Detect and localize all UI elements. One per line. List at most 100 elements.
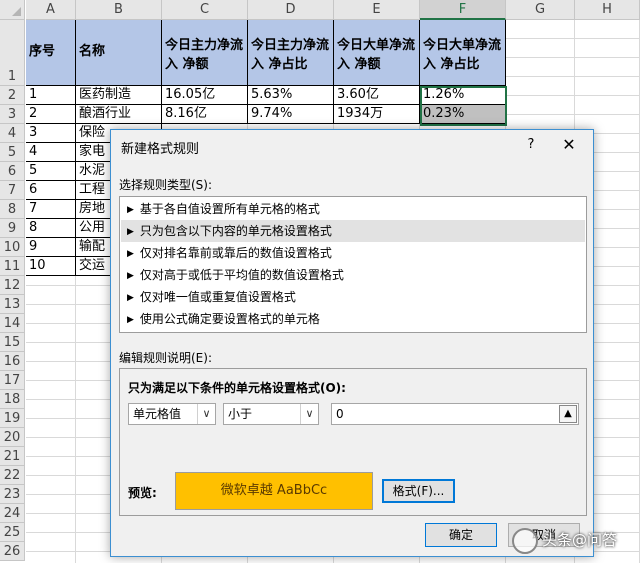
- table-header-cell[interactable]: 今日大单净流入 净额: [334, 20, 420, 86]
- triangle-bullet-icon: ▶: [127, 205, 134, 215]
- table-cell[interactable]: 9: [26, 238, 76, 257]
- help-button[interactable]: ?: [519, 134, 543, 156]
- table-cell[interactable]: 7: [26, 200, 76, 219]
- chevron-down-icon[interactable]: ∨: [300, 404, 318, 424]
- table-header-cell[interactable]: 今日大单净流入 净占比: [420, 20, 506, 86]
- condition-title: 只为满足以下条件的单元格设置格式(O):: [128, 381, 346, 395]
- condition-value-input[interactable]: 0 ▲: [331, 403, 579, 425]
- column-header-f[interactable]: F: [420, 0, 506, 20]
- table-cell[interactable]: 1934万: [334, 105, 420, 124]
- row-header-25[interactable]: 25: [0, 523, 25, 542]
- row-header-24[interactable]: 24: [0, 504, 25, 523]
- row-header-23[interactable]: 23: [0, 485, 25, 504]
- condition-operator-value: 小于: [228, 407, 253, 421]
- watermark: 头条@问答: [512, 523, 636, 557]
- row-header-2[interactable]: 2: [0, 86, 25, 105]
- close-button[interactable]: ✕: [555, 134, 583, 156]
- triangle-bullet-icon: ▶: [127, 227, 134, 237]
- row-header-20[interactable]: 20: [0, 428, 25, 447]
- table-header-cell[interactable]: 序号: [26, 20, 76, 86]
- row-header-10[interactable]: 10: [0, 238, 25, 257]
- condition-field-select[interactable]: 单元格值 ∨: [128, 403, 216, 425]
- table-header-cell[interactable]: 名称: [76, 20, 162, 86]
- format-button[interactable]: 格式(F)...: [382, 479, 455, 503]
- table-cell[interactable]: 1: [26, 86, 76, 105]
- row-header-3[interactable]: 3: [0, 105, 25, 124]
- rule-type-item[interactable]: ▶ 基于各自值设置所有单元格的格式: [121, 198, 585, 220]
- row-header-18[interactable]: 18: [0, 390, 25, 409]
- row-header-19[interactable]: 19: [0, 409, 25, 428]
- edit-rule-panel: 只为满足以下条件的单元格设置格式(O): 单元格值 ∨ 小于 ∨ 0 ▲ 预览:…: [119, 368, 587, 516]
- table-cell[interactable]: 3: [26, 124, 76, 143]
- table-cell[interactable]: 9.74%: [248, 105, 334, 124]
- watermark-text: 头条@问答: [542, 531, 618, 549]
- row-header-6[interactable]: 6: [0, 162, 25, 181]
- rule-type-label-text: 仅对排名靠前或靠后的数值设置格式: [139, 246, 332, 260]
- table-cell[interactable]: 酿酒行业: [76, 105, 162, 124]
- rule-type-item[interactable]: ▶ 仅对高于或低于平均值的数值设置格式: [121, 264, 585, 286]
- table-cell[interactable]: 6: [26, 181, 76, 200]
- table-cell[interactable]: 5: [26, 162, 76, 181]
- row-header-9[interactable]: 9: [0, 219, 25, 238]
- table-cell[interactable]: 8: [26, 219, 76, 238]
- table-header-cell[interactable]: 今日主力净流入 净额: [162, 20, 248, 86]
- table-cell[interactable]: 2: [26, 105, 76, 124]
- row-header-11[interactable]: 11: [0, 257, 25, 276]
- rule-type-item[interactable]: ▶ 使用公式确定要设置格式的单元格: [121, 308, 585, 330]
- rule-type-list[interactable]: ▶ 基于各自值设置所有单元格的格式 ▶ 只为包含以下内容的单元格设置格式 ▶ 仅对排名靠前…: [119, 196, 587, 333]
- rule-type-item[interactable]: ▶ 只为包含以下内容的单元格设置格式: [121, 220, 585, 242]
- table-cell[interactable]: 医药制造: [76, 86, 162, 105]
- row-header-12[interactable]: 12: [0, 276, 25, 295]
- table-cell[interactable]: 5.63%: [248, 86, 334, 105]
- triangle-bullet-icon: ▶: [127, 249, 134, 259]
- row-header-15[interactable]: 15: [0, 333, 25, 352]
- rule-type-item[interactable]: ▶ 仅对唯一值或重复值设置格式: [121, 286, 585, 308]
- row-header-5[interactable]: 5: [0, 143, 25, 162]
- row-header-14[interactable]: 14: [0, 314, 25, 333]
- table-cell[interactable]: 10: [26, 257, 76, 276]
- row-header-8[interactable]: 8: [0, 200, 25, 219]
- table-cell[interactable]: 4: [26, 143, 76, 162]
- row-header-22[interactable]: 22: [0, 466, 25, 485]
- table-cell[interactable]: 3.60亿: [334, 86, 420, 105]
- row-header-1[interactable]: 1: [0, 20, 25, 86]
- watermark-logo-icon: [512, 527, 538, 554]
- triangle-bullet-icon: ▶: [127, 293, 134, 303]
- row-header-26[interactable]: 26: [0, 542, 25, 561]
- condition-operator-select[interactable]: 小于 ∨: [223, 403, 319, 425]
- dialog-title: 新建格式规则: [121, 142, 200, 157]
- chevron-down-icon[interactable]: ∨: [197, 404, 215, 424]
- edit-rule-label: 编辑规则说明(E):: [119, 351, 212, 365]
- column-header-h[interactable]: H: [575, 0, 640, 20]
- select-all-corner[interactable]: [0, 0, 25, 20]
- row-header-21[interactable]: 21: [0, 447, 25, 466]
- table-cell[interactable]: 8.16亿: [162, 105, 248, 124]
- ok-button[interactable]: 确定: [425, 523, 497, 547]
- format-preview: 微软卓越 AaBbCc: [175, 472, 373, 510]
- row-header-7[interactable]: 7: [0, 181, 25, 200]
- triangle-bullet-icon: ▶: [127, 315, 134, 325]
- table-header-cell[interactable]: 今日主力净流入 净占比: [248, 20, 334, 86]
- rule-type-label-text: 基于各自值设置所有单元格的格式: [139, 202, 320, 216]
- table-cell[interactable]: 16.05亿: [162, 86, 248, 105]
- table-cell[interactable]: 0.23%: [420, 105, 506, 124]
- row-header-16[interactable]: 16: [0, 352, 25, 371]
- table-cell[interactable]: 1.26%: [420, 86, 506, 105]
- column-header-a[interactable]: A: [26, 0, 76, 20]
- row-header-4[interactable]: 4: [0, 124, 25, 143]
- triangle-bullet-icon: ▶: [127, 271, 134, 281]
- column-header-d[interactable]: D: [248, 0, 334, 20]
- column-header-g[interactable]: G: [506, 0, 575, 20]
- row-header-17[interactable]: 17: [0, 371, 25, 390]
- range-select-icon[interactable]: ▲: [559, 405, 577, 423]
- rule-type-label-text: 仅对唯一值或重复值设置格式: [139, 290, 296, 304]
- rule-type-item[interactable]: ▶ 仅对排名靠前或靠后的数值设置格式: [121, 242, 585, 264]
- column-header-c[interactable]: C: [162, 0, 248, 20]
- column-header-b[interactable]: B: [76, 0, 162, 20]
- row-header-13[interactable]: 13: [0, 295, 25, 314]
- column-header-e[interactable]: E: [334, 0, 420, 20]
- condition-value-text: 0: [336, 407, 344, 421]
- rule-type-label-text: 仅对高于或低于平均值的数值设置格式: [139, 268, 344, 282]
- preview-label: 预览:: [128, 486, 157, 500]
- rule-type-label: 选择规则类型(S):: [119, 178, 213, 192]
